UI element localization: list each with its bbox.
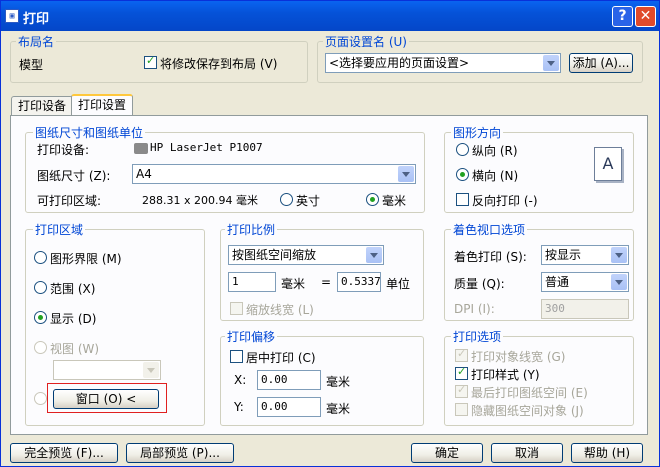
dpi-input[interactable]: 300 (541, 299, 629, 319)
view-select[interactable] (53, 360, 161, 380)
window-radio[interactable] (34, 392, 47, 405)
x-offset-input[interactable]: 0.00 (257, 370, 321, 390)
scale-denominator-input[interactable]: 0.5337 (337, 272, 381, 292)
autocad-icon: ▣ (5, 9, 19, 23)
extents-radio[interactable] (34, 281, 47, 294)
landscape-label[interactable]: 横向 (N) (472, 167, 518, 184)
hide-objects-label: 隐藏图纸空间对象 (J) (471, 404, 584, 418)
paper-size-select[interactable]: A4 (132, 164, 416, 184)
printer-icon (134, 142, 148, 154)
scale-units-label: 单位 (386, 277, 411, 291)
full-preview-button[interactable]: 完全预览 (F)... (10, 443, 118, 463)
save-changes-checkbox[interactable] (144, 54, 157, 69)
equals-label: = (321, 275, 332, 289)
chevron-down-icon[interactable] (398, 166, 414, 182)
cancel-button[interactable]: 取消 (491, 443, 563, 463)
landscape-radio[interactable] (456, 168, 469, 181)
chevron-down-icon (143, 362, 159, 378)
paperspace-last-label: 最后打印图纸空间 (E) (471, 386, 588, 400)
shade-plot-select[interactable]: 按显示 (541, 245, 629, 265)
add-page-setup-button[interactable]: 添加 (A)... (569, 53, 633, 73)
portrait-radio[interactable] (456, 143, 469, 156)
window-title: 打印 (23, 12, 50, 27)
mm-label[interactable]: 毫米 (382, 192, 406, 209)
options-legend: 打印选项 (451, 328, 504, 345)
help-button[interactable]: 帮助 (H) (571, 443, 643, 463)
view-radio[interactable] (34, 341, 47, 354)
offset-legend: 打印偏移 (225, 328, 278, 345)
plot-styles-checkbox[interactable] (455, 365, 468, 380)
quality-value: 普通 (545, 275, 570, 289)
paper-size-label: 图纸尺寸 (Z): (37, 169, 111, 183)
paperspace-last-checkbox[interactable] (455, 383, 468, 398)
inches-label[interactable]: 英寸 (296, 192, 320, 209)
print-dialog: ▣ 打印 ? ✕ 布局名 模型 将修改保存到布局 (V) 页面设置名 (U) <… (0, 0, 660, 467)
extents-label[interactable]: 范围 (X) (50, 280, 95, 297)
tab-plot-settings[interactable]: 打印设置 (71, 94, 134, 116)
ok-button[interactable]: 确定 (411, 443, 483, 463)
center-plot-label[interactable]: 居中打印 (C) (246, 349, 316, 366)
scale-select[interactable]: 按图纸空间缩放 (228, 245, 384, 265)
chevron-down-icon[interactable] (611, 274, 627, 290)
limits-radio[interactable] (34, 251, 47, 264)
y-offset-input[interactable]: 0.00 (257, 397, 321, 417)
page-setup-legend: 页面设置名 (U) (323, 33, 409, 50)
display-radio[interactable] (34, 311, 47, 324)
scale-unit-label: 毫米 (281, 277, 306, 291)
close-button[interactable]: ✕ (635, 6, 656, 27)
tab-plot-device[interactable]: 打印设备 (11, 96, 74, 116)
reverse-label[interactable]: 反向打印 (-) (472, 192, 538, 209)
reverse-checkbox[interactable] (456, 193, 469, 206)
scale-lineweights-label: 缩放线宽 (L) (246, 303, 314, 317)
orientation-preview-icon: A (594, 147, 622, 181)
scale-numerator-input[interactable]: 1 (228, 272, 276, 292)
printable-area-label: 可打印区域: (37, 194, 102, 208)
printable-area-value: 288.31 x 200.94 毫米 (142, 194, 258, 207)
inches-radio[interactable] (280, 193, 293, 206)
chevron-down-icon[interactable] (611, 247, 627, 263)
scale-legend: 打印比例 (225, 221, 278, 238)
plot-styles-label[interactable]: 打印样式 (Y) (471, 366, 540, 383)
shade-plot-label: 着色打印 (S): (454, 250, 527, 264)
device-value: HP LaserJet P1007 (134, 141, 263, 154)
shade-plot-value: 按显示 (545, 248, 582, 262)
chevron-down-icon[interactable] (366, 247, 382, 263)
layout-name: 模型 (19, 58, 44, 72)
scale-value: 按图纸空间缩放 (232, 248, 317, 262)
quality-label: 质量 (Q): (454, 277, 505, 291)
mm-radio[interactable] (366, 193, 379, 206)
scale-lineweights-checkbox[interactable] (230, 302, 243, 315)
help-title-button[interactable]: ? (612, 6, 633, 27)
partial-preview-button[interactable]: 局部预览 (P)... (126, 443, 234, 463)
paper-size-value: A4 (136, 167, 152, 181)
save-changes-label[interactable]: 将修改保存到布局 (V) (160, 55, 277, 72)
chevron-down-icon[interactable] (543, 55, 559, 71)
dpi-label: DPI (I): (454, 302, 495, 316)
y-unit-label: 毫米 (326, 402, 351, 416)
x-label: X: (234, 373, 247, 387)
display-label[interactable]: 显示 (D) (50, 310, 96, 327)
window-button[interactable]: 窗口 (O) < (53, 389, 159, 409)
print-area-legend: 打印区域 (33, 221, 86, 238)
page-setup-value: <选择要应用的页面设置> (329, 56, 470, 70)
layout-legend: 布局名 (16, 33, 57, 50)
hide-objects-checkbox[interactable] (455, 403, 468, 416)
center-plot-checkbox[interactable] (230, 350, 243, 363)
device-name: HP LaserJet P1007 (150, 141, 263, 154)
portrait-label[interactable]: 纵向 (R) (472, 142, 518, 159)
title-bar[interactable]: ▣ 打印 ? ✕ (1, 1, 659, 31)
paper-legend: 图纸尺寸和图纸单位 (33, 124, 146, 141)
y-label: Y: (234, 400, 244, 414)
x-unit-label: 毫米 (326, 375, 351, 389)
page-setup-select[interactable]: <选择要应用的页面设置> (325, 53, 561, 73)
limits-label[interactable]: 图形界限 (M) (50, 250, 122, 267)
quality-select[interactable]: 普通 (541, 272, 629, 292)
device-label: 打印设备: (37, 143, 90, 157)
obj-lineweights-label: 打印对象线宽 (G) (471, 350, 566, 364)
view-label: 视图 (W) (50, 342, 100, 356)
orientation-legend: 图形方向 (451, 124, 504, 141)
obj-lineweights-checkbox[interactable] (455, 347, 468, 362)
shade-legend: 着色视口选项 (451, 221, 528, 238)
